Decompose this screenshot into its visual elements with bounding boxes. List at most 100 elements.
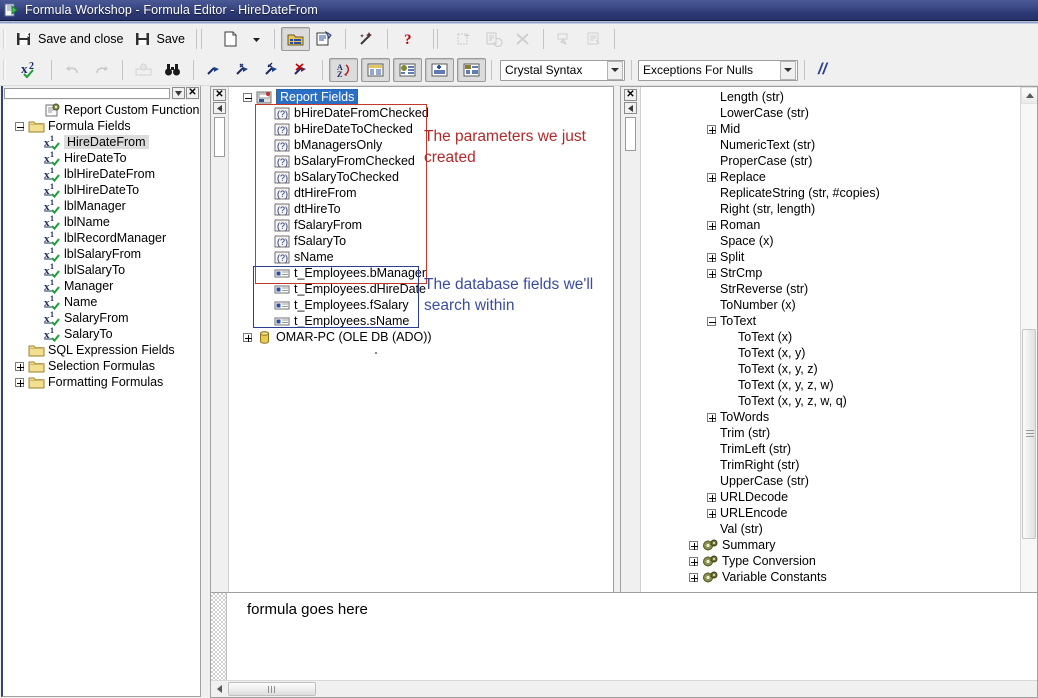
tree-item[interactable]: Formula Fields bbox=[3, 118, 200, 134]
tree-item[interactable]: x 1 lblHireDateTo bbox=[3, 182, 200, 198]
tree-item[interactable]: ToText (x, y, z) bbox=[643, 361, 1018, 377]
new-formula-button[interactable] bbox=[216, 27, 245, 51]
save-and-close-button[interactable]: Save and close bbox=[10, 27, 128, 51]
tree-item[interactable]: SQL Expression Fields bbox=[3, 342, 200, 358]
tree-item[interactable]: URLDecode bbox=[643, 489, 1018, 505]
collapse-minus-icon[interactable] bbox=[705, 315, 718, 328]
tree-item[interactable]: x 1 Manager bbox=[3, 278, 200, 294]
expand-plus-icon[interactable] bbox=[705, 171, 718, 184]
formula-properties-button[interactable] bbox=[310, 27, 339, 51]
tree-item[interactable]: ToText bbox=[643, 313, 1018, 329]
tree-item[interactable]: x 1 lblSalaryFrom bbox=[3, 246, 200, 262]
tree-item[interactable]: ToText (x, y) bbox=[643, 345, 1018, 361]
tree-item[interactable]: x 1 lblManager bbox=[3, 198, 200, 214]
close-x-icon[interactable]: ✕ bbox=[186, 87, 199, 99]
comment-toggle-button[interactable]: // bbox=[811, 58, 834, 82]
tree-item[interactable]: UpperCase (str) bbox=[643, 473, 1018, 489]
help-button[interactable]: ? bbox=[394, 27, 423, 51]
new-item-button[interactable] bbox=[450, 27, 479, 51]
clear-bookmarks-button[interactable] bbox=[287, 58, 316, 82]
expand-plus-icon[interactable] bbox=[13, 376, 26, 389]
field-tree-vscroll-stub[interactable] bbox=[214, 117, 225, 157]
editor-hscrollbar[interactable] bbox=[211, 680, 1037, 697]
expand-plus-icon[interactable] bbox=[705, 491, 718, 504]
toolbar-grip[interactable] bbox=[3, 60, 6, 80]
tree-item[interactable]: TrimRight (str) bbox=[643, 457, 1018, 473]
check-syntax-button[interactable]: x 2 bbox=[16, 58, 45, 82]
scroll-up-arrow-icon[interactable] bbox=[1021, 87, 1037, 104]
function-tree-vscroll-stub[interactable] bbox=[625, 117, 636, 151]
expand-plus-icon[interactable] bbox=[705, 123, 718, 136]
function-tree-vscrollbar[interactable] bbox=[1020, 87, 1037, 673]
tree-item[interactable]: URLEncode bbox=[643, 505, 1018, 521]
left-arrow-icon[interactable] bbox=[624, 102, 637, 114]
close-x-icon[interactable]: ✕ bbox=[624, 89, 637, 101]
tree-item[interactable]: ToText (x) bbox=[643, 329, 1018, 345]
left-arrow-icon[interactable] bbox=[213, 102, 226, 114]
tree-item[interactable]: StrReverse (str) bbox=[643, 281, 1018, 297]
expand-plus-icon[interactable] bbox=[241, 331, 254, 344]
workshop-tree-hscrollbar[interactable] bbox=[4, 88, 170, 99]
chevron-down-icon[interactable] bbox=[780, 60, 796, 80]
delete-button[interactable] bbox=[508, 27, 537, 51]
tree-item[interactable]: Selection Formulas bbox=[3, 358, 200, 374]
tree-item[interactable]: Length (str) bbox=[643, 89, 1018, 105]
use-expert-editor-button[interactable] bbox=[457, 58, 486, 82]
previous-bookmark-button[interactable] bbox=[258, 58, 287, 82]
function-tree-toggle-button[interactable] bbox=[393, 58, 422, 82]
new-formula-dropdown[interactable] bbox=[245, 27, 268, 51]
tree-item[interactable]: Space (x) bbox=[643, 233, 1018, 249]
save-button[interactable]: Save bbox=[128, 27, 190, 51]
hscroll-thumb[interactable] bbox=[228, 682, 316, 696]
tree-item[interactable]: ToText (x, y, z, w) bbox=[643, 377, 1018, 393]
duplicate-item-button[interactable] bbox=[479, 27, 508, 51]
tree-item[interactable]: TrimLeft (str) bbox=[643, 441, 1018, 457]
expand-plus-icon[interactable] bbox=[705, 507, 718, 520]
collapse-minus-icon[interactable] bbox=[13, 120, 26, 133]
collapse-minus-icon[interactable] bbox=[241, 91, 254, 104]
workshop-tree[interactable]: Report Custom Functions Formula Fields x 1 H… bbox=[3, 102, 200, 696]
formula-text-editor[interactable]: formula goes here bbox=[210, 592, 1038, 698]
tree-item[interactable]: x 1 lblName bbox=[3, 214, 200, 230]
toolbar-grip[interactable] bbox=[3, 29, 6, 49]
tree-item[interactable]: OMAR-PC (OLE DB (ADO)) bbox=[231, 329, 613, 345]
scroll-thumb[interactable] bbox=[1022, 329, 1036, 539]
tree-item[interactable]: x 1 lblHireDateFrom bbox=[3, 166, 200, 182]
sort-trees-button[interactable]: A Z bbox=[329, 58, 358, 82]
workshop-tree-toggle-button[interactable] bbox=[280, 27, 310, 51]
tree-item[interactable]: Report Custom Functions bbox=[3, 102, 200, 118]
tree-item[interactable]: Formatting Formulas bbox=[3, 374, 200, 390]
syntax-select[interactable]: Crystal Syntax bbox=[500, 59, 625, 81]
operator-tree-toggle-button[interactable] bbox=[425, 58, 454, 82]
tree-item[interactable]: x 1 HireDateTo bbox=[3, 150, 200, 166]
chevron-down-icon[interactable] bbox=[172, 87, 185, 99]
chevron-down-icon[interactable] bbox=[607, 60, 623, 80]
tree-item[interactable]: LowerCase (str) bbox=[643, 105, 1018, 121]
expand-plus-icon[interactable] bbox=[705, 251, 718, 264]
scroll-left-arrow-icon[interactable] bbox=[211, 682, 228, 697]
tree-item[interactable]: Val (str) bbox=[643, 521, 1018, 537]
tree-item[interactable]: Type Conversion bbox=[643, 553, 1018, 569]
tree-item[interactable]: Variable Constants bbox=[643, 569, 1018, 585]
browse-data-button[interactable] bbox=[129, 58, 158, 82]
tree-item[interactable]: x 1 SalaryFrom bbox=[3, 310, 200, 326]
tree-item[interactable]: ToText (x, y, z, w, q) bbox=[643, 393, 1018, 409]
tree-item[interactable]: StrCmp bbox=[643, 265, 1018, 281]
expand-plus-icon[interactable] bbox=[705, 267, 718, 280]
tree-item[interactable]: Summary bbox=[643, 537, 1018, 553]
find-replace-button[interactable] bbox=[158, 58, 187, 82]
next-bookmark-button[interactable] bbox=[229, 58, 258, 82]
tree-item[interactable]: Report Fields bbox=[231, 89, 613, 105]
tree-item[interactable]: Roman bbox=[643, 217, 1018, 233]
formula-expert-button[interactable] bbox=[352, 27, 381, 51]
field-tree-toggle-button[interactable] bbox=[361, 58, 390, 82]
close-x-icon[interactable]: ✕ bbox=[213, 89, 226, 101]
expand-plus-icon[interactable] bbox=[705, 219, 718, 232]
expand-plus-icon[interactable] bbox=[687, 539, 700, 552]
nulls-select[interactable]: Exceptions For Nulls bbox=[638, 59, 798, 81]
tree-item[interactable]: ToNumber (x) bbox=[643, 297, 1018, 313]
expand-plus-icon[interactable] bbox=[13, 360, 26, 373]
tree-item[interactable]: Replace bbox=[643, 169, 1018, 185]
tree-item[interactable]: Right (str, length) bbox=[643, 201, 1018, 217]
tree-item[interactable]: x 1 SalaryTo bbox=[3, 326, 200, 342]
